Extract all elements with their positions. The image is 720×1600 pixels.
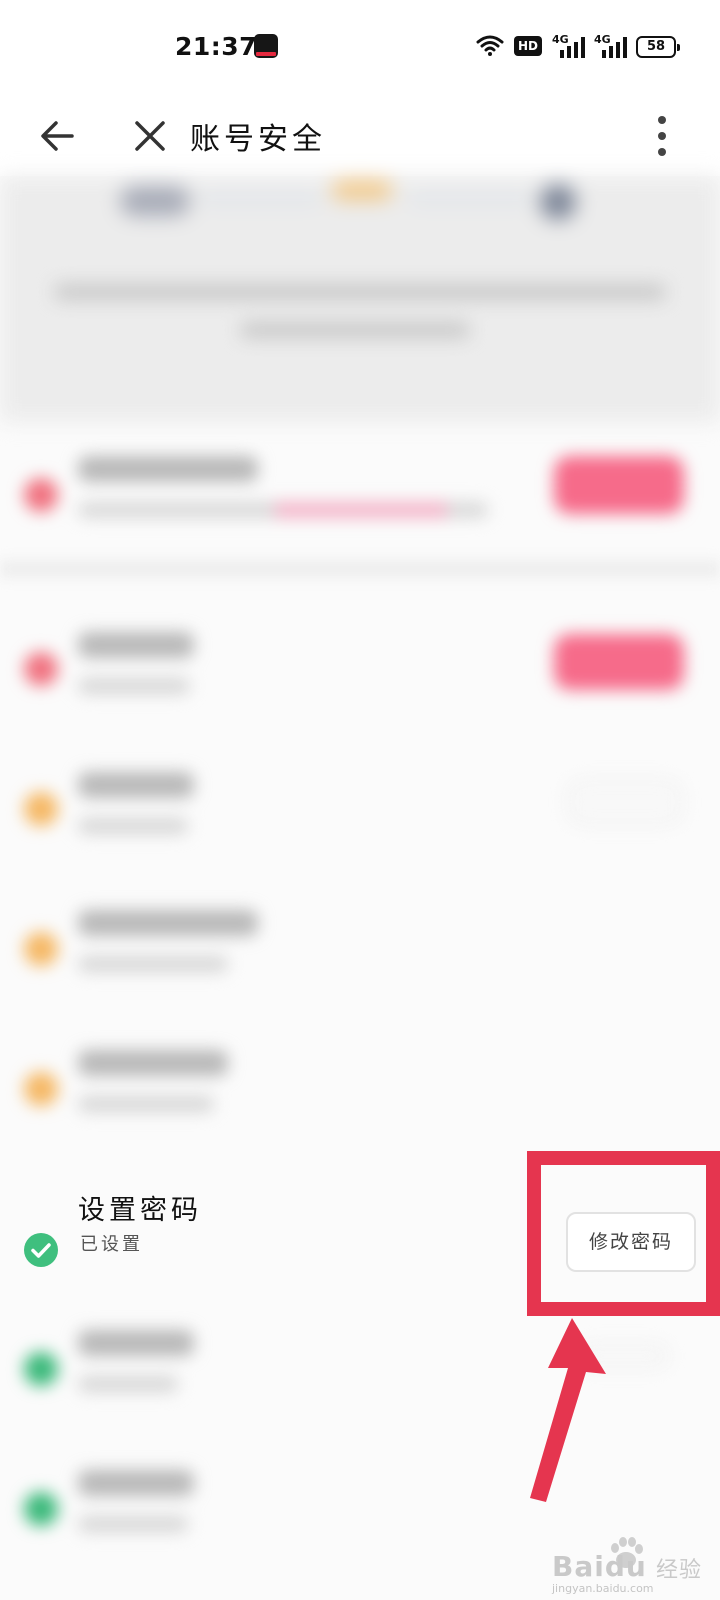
item-subtitle-placeholder [78, 502, 488, 518]
item-action-button[interactable] [568, 780, 682, 824]
annotation-arrow-icon [530, 1318, 606, 1502]
signal-icon: 4G [552, 33, 585, 58]
network-label: 4G [552, 33, 569, 46]
baidu-jingyan-watermark: Baidu 经验 jingyan.baidu.com [548, 1534, 718, 1595]
header-tab-blob [120, 186, 190, 216]
status-dot-icon [24, 792, 58, 826]
security-item-row[interactable] [0, 600, 720, 740]
status-time: 21:37 [175, 32, 258, 61]
security-item-row[interactable] [0, 422, 720, 562]
item-title-placeholder [78, 1050, 228, 1076]
more-vertical-icon[interactable] [652, 114, 672, 160]
notice-line [240, 322, 470, 338]
item-subtitle-placeholder [78, 1516, 188, 1532]
item-subtitle-placeholder [78, 1376, 178, 1392]
wifi-icon [476, 35, 504, 56]
set-password-title: 设置密码 [78, 1195, 202, 1226]
title-bar: 账号安全 [0, 96, 720, 176]
close-icon[interactable] [130, 116, 170, 156]
section-divider [0, 560, 720, 578]
security-item-row[interactable] [0, 880, 720, 1020]
hd-icon: HD [514, 36, 542, 56]
header-progress-line [410, 194, 530, 204]
status-bar: 21:37 HD 4G 4G 58 [0, 0, 720, 96]
item-subtitle-placeholder [78, 1096, 214, 1112]
status-dot-icon [24, 1072, 58, 1106]
tiktok-notification-icon [254, 34, 278, 58]
watermark-suffix: 经验 [656, 1558, 703, 1583]
watermark-url: jingyan.baidu.com [552, 1582, 654, 1595]
item-subtitle-placeholder [78, 818, 188, 834]
page-title: 账号安全 [190, 122, 326, 157]
status-dot-icon [24, 652, 58, 686]
battery-icon: 58 [636, 36, 680, 58]
item-action-button[interactable] [554, 634, 684, 690]
security-notice-text [40, 270, 680, 360]
header-progress-line [200, 194, 320, 204]
item-action-button[interactable] [554, 456, 684, 514]
network-label: 4G [594, 33, 611, 46]
item-title-placeholder [78, 1330, 194, 1356]
header-tab-blob [540, 184, 576, 220]
notice-line [54, 284, 666, 300]
annotation-highlight-box [527, 1151, 720, 1316]
security-item-row[interactable] [0, 1300, 720, 1440]
item-title-placeholder [78, 456, 258, 482]
status-dot-icon [24, 478, 58, 512]
set-password-status: 已设置 [80, 1234, 143, 1255]
status-dot-icon [24, 1492, 58, 1526]
check-circle-icon [24, 1233, 58, 1267]
item-subtitle-placeholder [78, 678, 190, 694]
item-title-placeholder [78, 910, 258, 936]
item-subtitle-placeholder [78, 956, 228, 972]
status-dot-icon [24, 932, 58, 966]
signal-icon: 4G [594, 33, 627, 58]
item-title-placeholder [78, 1470, 194, 1496]
back-arrow-icon[interactable] [38, 116, 78, 156]
security-item-row[interactable] [0, 740, 720, 880]
item-title-placeholder [78, 772, 194, 798]
item-title-placeholder [78, 632, 194, 658]
watermark-brand: Baidu [552, 1550, 647, 1583]
header-tab-blob [332, 180, 392, 200]
status-dot-icon [24, 1352, 58, 1386]
security-item-row[interactable] [0, 1020, 720, 1160]
